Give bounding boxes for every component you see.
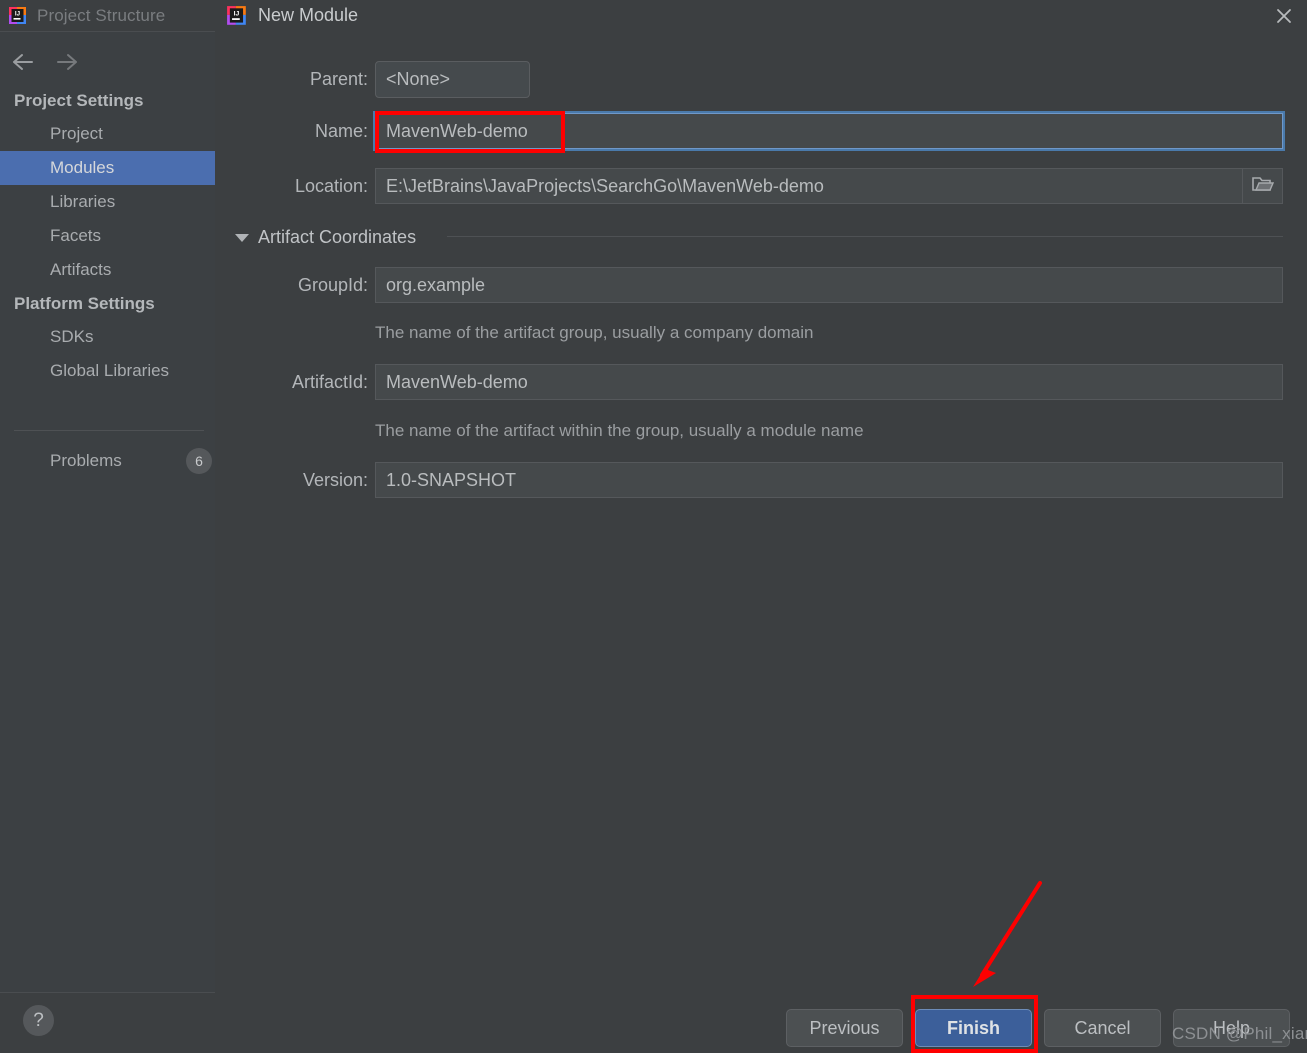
sidebar-item-artifacts[interactable]: Artifacts: [0, 253, 215, 287]
dialog-title: New Module: [258, 5, 359, 25]
name-label: Name:: [314, 121, 368, 141]
intellij-idea-logo-icon: IJ: [226, 5, 248, 27]
finish-button[interactable]: Finish: [915, 1009, 1032, 1047]
help-button[interactable]: ?: [23, 1005, 54, 1036]
svg-text:IJ: IJ: [234, 10, 240, 17]
previous-button[interactable]: Previous: [786, 1009, 903, 1047]
location-input-value: E:\JetBrains\JavaProjects\SearchGo\Maven…: [386, 175, 824, 196]
watermark: CSDN @Phil_xian: [1172, 1024, 1307, 1043]
artifact-coordinates-toggle[interactable]: Artifact Coordinates: [235, 227, 416, 248]
group-id-input-value: org.example: [386, 274, 486, 295]
sidebar-item-project[interactable]: Project: [0, 117, 215, 151]
tree-group-project-settings: Project Settings: [14, 90, 144, 110]
artifact-id-label: ArtifactId:: [291, 372, 368, 392]
sidebar-item-modules[interactable]: Modules: [0, 151, 215, 185]
svg-text:IJ: IJ: [15, 10, 21, 17]
sidebar-item-sdks[interactable]: SDKs: [0, 320, 215, 354]
version-input[interactable]: 1.0-SNAPSHOT: [375, 462, 1283, 498]
location-label: Location:: [294, 176, 368, 196]
triangle-down-icon: [235, 233, 249, 242]
sidebar-item-libraries[interactable]: Libraries: [0, 185, 215, 219]
navigation-row: [0, 45, 215, 79]
dialog-titlebar: IJ New Module: [215, 0, 1307, 31]
arrow-right-icon: [54, 49, 80, 75]
location-browse-button[interactable]: [1242, 168, 1283, 204]
name-input-value: MavenWeb-demo: [386, 120, 528, 141]
version-label: Version:: [302, 470, 368, 490]
project-structure-titlebar: IJ Project Structure: [0, 0, 215, 31]
version-input-value: 1.0-SNAPSHOT: [386, 469, 517, 490]
location-input[interactable]: E:\JetBrains\JavaProjects\SearchGo\Maven…: [375, 168, 1283, 204]
sidebar-divider: [14, 430, 204, 431]
artifact-id-hint: The name of the artifact within the grou…: [375, 421, 864, 440]
problems-count-badge: 6: [186, 448, 212, 474]
parent-label: Parent:: [309, 69, 368, 89]
close-icon[interactable]: [1260, 0, 1307, 31]
sidebar-item-global-libraries[interactable]: Global Libraries: [0, 354, 215, 388]
project-structure-window: IJ Project Structure Project Settings Pr…: [0, 0, 215, 1053]
parent-dropdown-value: <None>: [386, 69, 451, 89]
tree-group-platform-settings: Platform Settings: [14, 293, 155, 313]
new-module-dialog: IJ New Module Parent: <None> Name: Maven…: [215, 0, 1307, 1053]
project-structure-footer: ?: [0, 992, 215, 1053]
artifact-coordinates-title: Artifact Coordinates: [258, 227, 417, 247]
project-structure-title: Project Structure: [37, 5, 166, 25]
section-divider: [447, 236, 1283, 237]
name-input[interactable]: MavenWeb-demo: [375, 113, 1283, 149]
project-structure-body: Project Settings Project Modules Librari…: [0, 31, 215, 1053]
screen-root: IJ Project Structure Project Settings Pr…: [0, 0, 1307, 1053]
parent-dropdown[interactable]: <None>: [375, 61, 530, 98]
arrow-left-icon[interactable]: [10, 49, 36, 75]
sidebar-item-facets[interactable]: Facets: [0, 219, 215, 253]
intellij-idea-logo-icon: IJ: [8, 6, 28, 26]
group-id-hint: The name of the artifact group, usually …: [375, 323, 814, 342]
settings-tree: Project Settings Project Modules Librari…: [0, 84, 215, 388]
group-id-label: GroupId:: [297, 275, 368, 295]
group-id-input[interactable]: org.example: [375, 267, 1283, 303]
artifact-id-input[interactable]: MavenWeb-demo: [375, 364, 1283, 400]
artifact-id-input-value: MavenWeb-demo: [386, 371, 528, 392]
sidebar-item-problems[interactable]: Problems: [0, 444, 215, 478]
folder-icon: [1251, 175, 1274, 198]
cancel-button[interactable]: Cancel: [1044, 1009, 1161, 1047]
